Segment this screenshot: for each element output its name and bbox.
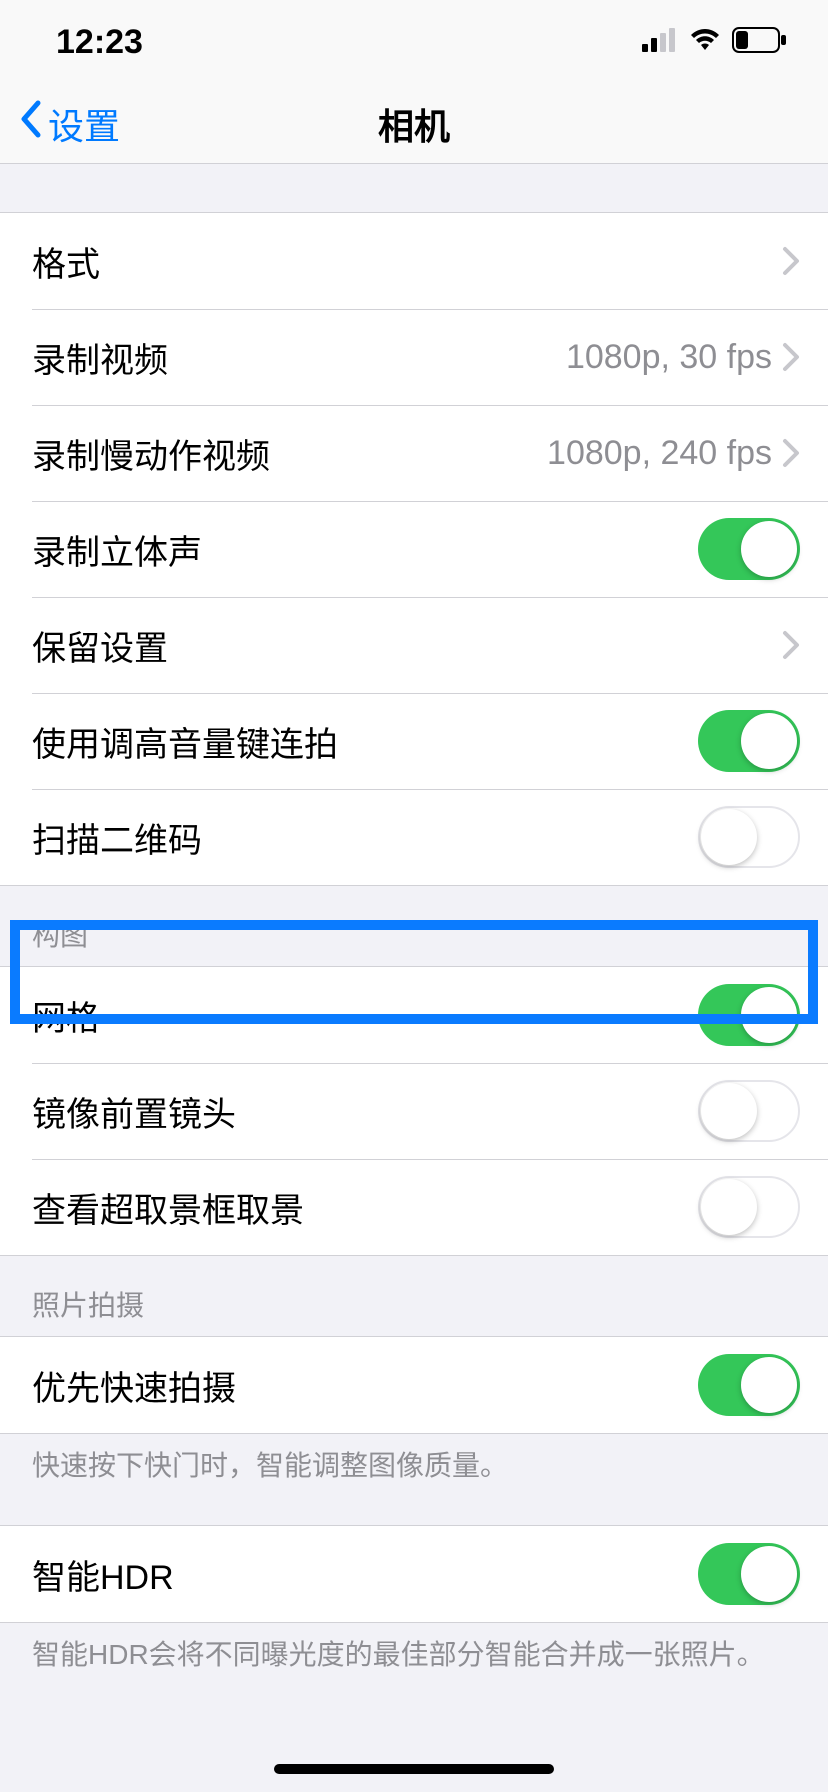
row-label: 录制视频	[32, 333, 566, 382]
toggle-view-outside-frame[interactable]	[698, 1176, 800, 1238]
chevron-right-icon	[782, 438, 800, 468]
section-header-photo-capture: 照片拍摄	[0, 1256, 828, 1336]
status-bar: 12:23	[0, 0, 828, 84]
settings-group-main: 格式 录制视频 1080p, 30 fps 录制慢动作视频 1080p, 240…	[0, 212, 828, 886]
chevron-left-icon	[16, 99, 44, 148]
row-label: 录制慢动作视频	[32, 429, 547, 478]
home-indicator[interactable]	[274, 1764, 554, 1774]
settings-group-hdr: 智能HDR	[0, 1525, 828, 1623]
wifi-icon	[688, 28, 722, 57]
row-label: 使用调高音量键连拍	[32, 717, 698, 766]
status-icons	[642, 27, 788, 58]
row-burst-volume: 使用调高音量键连拍	[0, 693, 828, 789]
row-record-slomo[interactable]: 录制慢动作视频 1080p, 240 fps	[0, 405, 828, 501]
toggle-prioritize-fast[interactable]	[698, 1354, 800, 1416]
toggle-scan-qr[interactable]	[698, 806, 800, 868]
chevron-right-icon	[782, 630, 800, 660]
row-label: 镜像前置镜头	[32, 1087, 698, 1136]
settings-group-photo-capture: 优先快速拍摄	[0, 1336, 828, 1434]
page-title: 相机	[0, 98, 828, 150]
row-label: 保留设置	[32, 621, 782, 670]
row-label: 查看超取景框取景	[32, 1183, 698, 1232]
row-detail: 1080p, 240 fps	[547, 434, 772, 473]
row-label: 优先快速拍摄	[32, 1361, 698, 1410]
chevron-right-icon	[782, 342, 800, 372]
back-label: 设置	[48, 98, 120, 150]
row-smart-hdr: 智能HDR	[0, 1526, 828, 1622]
back-button[interactable]: 设置	[0, 98, 120, 150]
nav-bar: 设置 相机	[0, 84, 828, 164]
battery-icon	[732, 27, 788, 58]
row-mirror-front: 镜像前置镜头	[0, 1063, 828, 1159]
row-formats[interactable]: 格式	[0, 213, 828, 309]
toggle-burst-volume[interactable]	[698, 710, 800, 772]
toggle-mirror-front[interactable]	[698, 1080, 800, 1142]
row-label: 智能HDR	[32, 1550, 698, 1599]
row-stereo: 录制立体声	[0, 501, 828, 597]
row-label: 网格	[32, 991, 698, 1040]
settings-group-composition: 网格 镜像前置镜头 查看超取景框取景	[0, 966, 828, 1256]
row-preserve[interactable]: 保留设置	[0, 597, 828, 693]
toggle-grid[interactable]	[698, 984, 800, 1046]
row-label: 格式	[32, 237, 782, 286]
section-header-composition: 构图	[0, 886, 828, 966]
row-prioritize-fast: 优先快速拍摄	[0, 1337, 828, 1433]
section-footer-prioritize-fast: 快速按下快门时，智能调整图像质量。	[0, 1434, 828, 1505]
row-detail: 1080p, 30 fps	[566, 338, 772, 377]
section-footer-smart-hdr: 智能HDR会将不同曝光度的最佳部分智能合并成一张照片。	[0, 1623, 828, 1694]
row-label: 扫描二维码	[32, 813, 698, 862]
chevron-right-icon	[782, 246, 800, 276]
row-view-outside-frame: 查看超取景框取景	[0, 1159, 828, 1255]
cellular-icon	[642, 28, 678, 57]
row-scan-qr: 扫描二维码	[0, 789, 828, 885]
toggle-stereo[interactable]	[698, 518, 800, 580]
row-label: 录制立体声	[32, 525, 698, 574]
toggle-smart-hdr[interactable]	[698, 1543, 800, 1605]
status-time: 12:23	[56, 23, 143, 62]
row-grid: 网格	[0, 967, 828, 1063]
row-record-video[interactable]: 录制视频 1080p, 30 fps	[0, 309, 828, 405]
